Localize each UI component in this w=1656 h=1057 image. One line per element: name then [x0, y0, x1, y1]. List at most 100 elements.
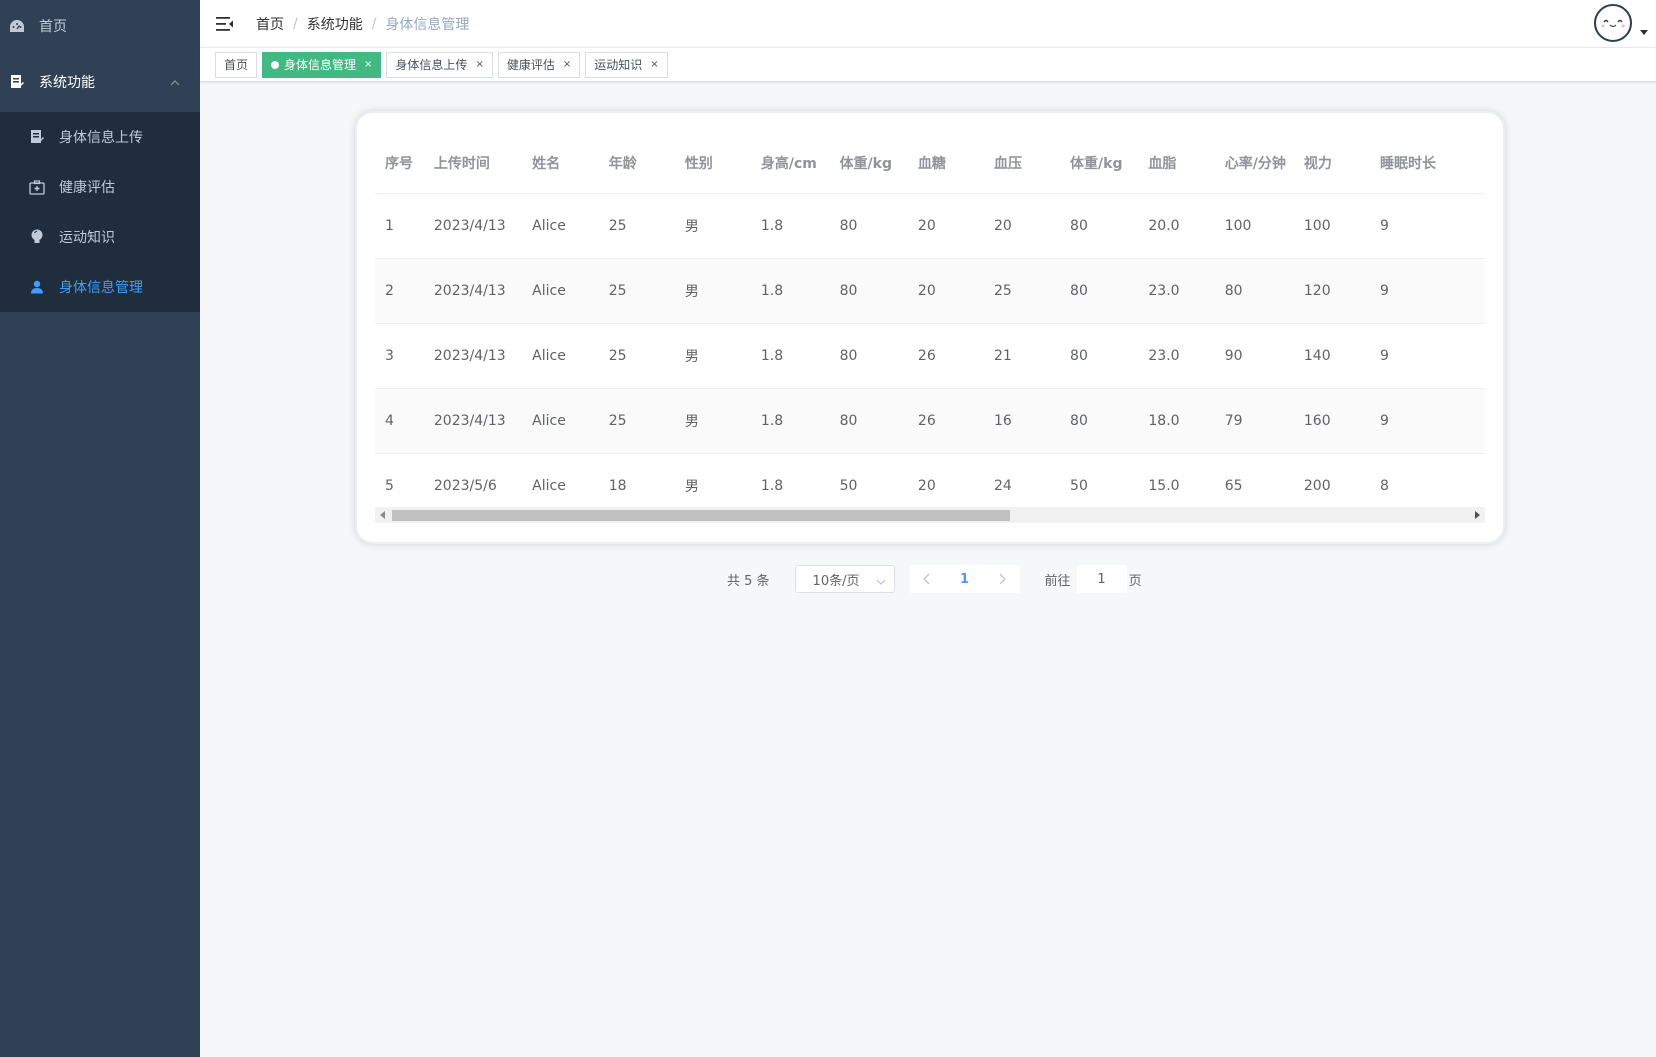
table-cell: 80 [829, 388, 908, 454]
close-icon[interactable]: × [650, 53, 658, 77]
close-icon[interactable]: × [364, 53, 372, 77]
sidebar: 首页 系统功能 身体信息上传 健康评估 运动知识 身体信息管理 [0, 0, 200, 1057]
horizontal-scrollbar[interactable] [375, 507, 1485, 523]
table-cell: 男 [674, 388, 751, 454]
breadcrumb-item[interactable]: 首页 [256, 14, 284, 34]
tag-knowledge[interactable]: 运动知识 × [585, 51, 668, 78]
table-cell: 1 [375, 193, 424, 259]
chevron-down-icon [876, 574, 886, 589]
table-wrapper: 序号 上传时间 姓名 年龄 性别 身高/cm 体重/kg 血糖 血压 体重/kg 血脂 心率/分钟 视力… [375, 133, 1485, 503]
table-cell: 80 [829, 258, 908, 324]
table-header-row: 序号 上传时间 姓名 年龄 性别 身高/cm 体重/kg 血糖 血压 体重/kg 血脂 心率/分钟 视力… [375, 133, 1485, 194]
table-cell: 2023/4/13 [423, 193, 523, 259]
table-cell: 50 [1060, 453, 1139, 503]
page-number-current[interactable]: 1 [944, 565, 985, 593]
tag-assessment[interactable]: 健康评估 × [497, 51, 581, 78]
table-cell: 25 [983, 258, 1061, 324]
table-cell: 20 [907, 453, 984, 503]
close-icon[interactable]: × [563, 53, 571, 77]
scroll-right-icon[interactable] [1475, 511, 1480, 519]
scroll-left-icon[interactable] [380, 511, 385, 519]
goto-page-input[interactable] [1076, 565, 1127, 593]
table-cell: 100 [1293, 193, 1370, 259]
breadcrumb-item[interactable]: 系统功能 [307, 14, 363, 34]
table-cell: 18 [598, 453, 675, 503]
next-page-button[interactable] [984, 565, 1020, 593]
table-cell: 80 [1060, 193, 1139, 259]
table-cell: 25 [598, 193, 675, 259]
table-cell: 90 [1214, 323, 1294, 389]
sidebar-item-home[interactable]: 首页 [0, 0, 200, 52]
tag-body-management[interactable]: 身体信息管理 × [262, 51, 382, 78]
sidebar-item-label: 身体信息管理 [59, 280, 143, 296]
sidebar-item-assessment[interactable]: 健康评估 [0, 162, 200, 212]
avatar[interactable] [1594, 4, 1632, 42]
table-cell: 2023/4/13 [423, 258, 523, 324]
column-header: 序号 [375, 133, 424, 194]
sidebar-item-label: 健康评估 [59, 180, 115, 196]
table-cell: Alice [522, 323, 599, 389]
table-cell: 1.8 [750, 388, 830, 454]
column-header: 上传时间 [423, 133, 523, 194]
table-cell: 1.8 [750, 193, 830, 259]
caret-down-icon[interactable] [1640, 23, 1648, 39]
table-cell: 80 [829, 193, 908, 259]
table-cell: 65 [1214, 453, 1294, 503]
prev-page-button[interactable] [909, 565, 945, 593]
sidebar-group-system[interactable]: 系统功能 [0, 52, 200, 112]
column-header: 血糖 [907, 133, 984, 194]
column-header: 性别 [674, 133, 751, 194]
table-cell: 9 [1369, 193, 1485, 259]
tag-label: 身体信息管理 [284, 57, 357, 72]
user-icon [29, 279, 45, 295]
sidebar-item-knowledge[interactable]: 运动知识 [0, 212, 200, 262]
table-cell: 140 [1293, 323, 1370, 389]
table-cell: 21 [983, 323, 1061, 389]
page-size-select[interactable]: 10条/页 [794, 565, 895, 593]
page-unit-label: 页 [1128, 573, 1142, 589]
tag-label: 身体信息上传 [395, 57, 468, 72]
tag-upload[interactable]: 身体信息上传 × [386, 51, 493, 78]
breadcrumb-item-current: 身体信息管理 [385, 16, 470, 33]
table-cell: 1.8 [750, 453, 830, 503]
sidebar-item-upload[interactable]: 身体信息上传 [0, 112, 200, 162]
table-row[interactable]: 5 2023/5/6 Alice 18 男 1.8 50 20 24 50 15.0 65 200 8 [375, 453, 1485, 503]
scrollbar-thumb[interactable] [392, 510, 1010, 521]
table-cell: 20 [907, 258, 984, 324]
table-cell: 26 [907, 388, 984, 454]
close-icon[interactable]: × [475, 53, 483, 77]
user-menu[interactable] [1594, 4, 1648, 42]
table-cell: 79 [1214, 388, 1294, 454]
table-cell: 23.0 [1138, 258, 1215, 324]
sidebar-item-body-management[interactable]: 身体信息管理 [0, 262, 200, 312]
table-cell: 男 [674, 193, 751, 259]
table-cell: 男 [674, 453, 751, 503]
chevron-up-icon [170, 74, 180, 90]
table-cell: 100 [1214, 193, 1294, 259]
column-header: 姓名 [522, 133, 599, 194]
table-cell: Alice [522, 453, 599, 503]
table-cell: 20.0 [1138, 193, 1215, 259]
table-cell: 2023/5/6 [423, 453, 523, 503]
document-icon [29, 129, 45, 145]
table-row[interactable]: 3 2023/4/13 Alice 25 男 1.8 80 26 21 80 23.0 90 140 9 [375, 323, 1485, 389]
breadcrumb-separator: / [293, 15, 298, 32]
column-header: 体重/kg [1060, 133, 1139, 194]
goto-page: 前往 页 [1045, 565, 1142, 593]
table-cell: 5 [375, 453, 424, 503]
pagination-total: 共 5 条 [727, 573, 770, 589]
table-row[interactable]: 1 2023/4/13 Alice 25 男 1.8 80 20 20 80 20.0 100 100 9 [375, 193, 1485, 259]
table-row[interactable]: 4 2023/4/13 Alice 25 男 1.8 80 26 16 80 18.0 79 160 9 [375, 388, 1485, 454]
chevron-right-icon [999, 573, 1006, 585]
hamburger-icon[interactable] [216, 15, 234, 33]
tag-home[interactable]: 首页 [215, 51, 258, 78]
sidebar-group-label: 系统功能 [39, 75, 95, 91]
table-cell: Alice [522, 258, 599, 324]
table-cell: 25 [598, 388, 675, 454]
table-cell: 8 [1369, 453, 1485, 503]
column-header: 年龄 [598, 133, 675, 194]
table-cell: 120 [1293, 258, 1370, 324]
pagination: 共 5 条 10条/页 1 前往 页 [727, 565, 1142, 593]
table-row[interactable]: 2 2023/4/13 Alice 25 男 1.8 80 20 25 80 23.0 80 120 9 [375, 258, 1485, 324]
sidebar-item-label: 身体信息上传 [59, 130, 143, 146]
